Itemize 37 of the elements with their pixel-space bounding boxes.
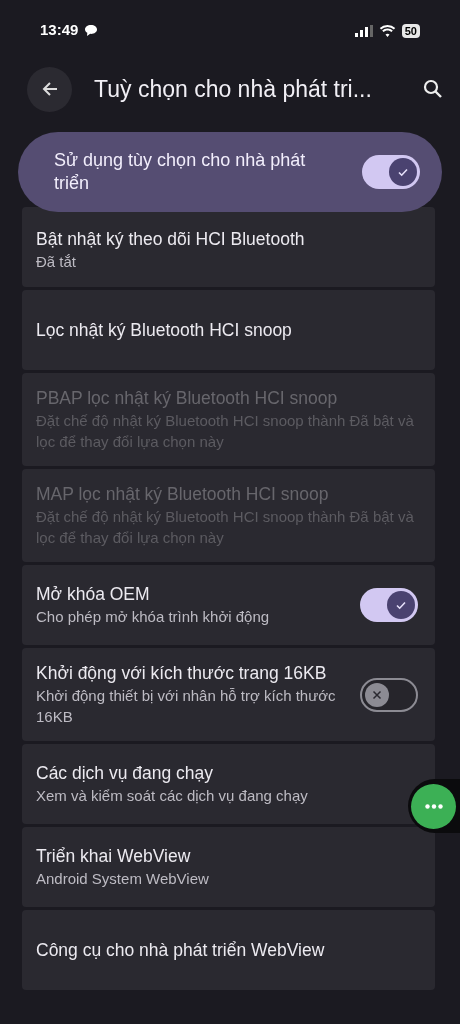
setting-row[interactable]: Công cụ cho nhà phát triển WebView [22,910,435,990]
toggle-switch[interactable] [360,677,418,712]
toggle-switch[interactable] [362,155,420,189]
close-icon [371,688,383,701]
signal-icon [354,24,373,37]
setting-title: Công cụ cho nhà phát triển WebView [36,938,326,962]
back-button[interactable] [27,66,72,112]
toggle-switch[interactable] [360,588,418,622]
setting-row[interactable]: Bật nhật ký theo dõi HCI Bluetooth Đã tắt [22,207,435,287]
setting-summary: Khởi động thiết bị với nhân hỗ trợ kích thước 16KB [36,686,336,727]
setting-title: Bật nhật ký theo dõi HCI Bluetooth [36,227,306,251]
status-time: 13:49 [40,20,79,41]
setting-row[interactable]: Khởi động với kích thước trang 16KB Khởi động thiết bị với nhân hỗ trợ kích thước 16KB [22,648,435,741]
setting-summary: Xem và kiểm soát các dịch vụ đang chạy [36,786,309,806]
setting-title: Khởi động với kích thước trang 16KB [36,662,328,685]
setting-title: Các dịch vụ đang chạy [36,762,215,785]
setting-summary: Android System WebView [36,869,210,889]
setting-title: MAP lọc nhật ký Bluetooth HCI snoop [36,483,330,506]
master-switch-card[interactable]: Sử dụng tùy chọn cho nhà phát triển [18,132,442,212]
setting-title: Lọc nhật ký Bluetooth HCI snoop [36,318,293,342]
battery-level: 50 [401,23,420,38]
master-switch-label: Sử dụng tùy chọn cho nhà phát triển [54,149,307,195]
setting-summary: Đã tắt [36,251,78,272]
floating-bubble[interactable] [408,779,460,833]
setting-title: Mở khóa OEM [36,583,151,606]
page-title: Tuỳ chọn cho nhà phát tri... [94,74,373,104]
setting-row[interactable]: Các dịch vụ đang chạy Xem và kiểm soát các dịch vụ đang chạy [22,744,435,824]
setting-summary: Cho phép mở khóa trình khởi động [36,607,271,627]
wifi-icon [378,24,396,37]
setting-row[interactable]: Lọc nhật ký Bluetooth HCI snoop [22,290,435,370]
setting-title: PBAP lọc nhật ký Bluetooth HCI snoop [36,387,339,410]
more-icon [424,803,443,809]
setting-row[interactable]: Mở khóa OEM Cho phép mở khóa trình khởi động [22,565,435,645]
chat-bubble-icon [84,24,99,37]
setting-title: Triển khai WebView [36,845,192,868]
setting-row[interactable]: Triển khai WebView Android System WebView [22,827,435,907]
search-icon[interactable] [423,79,443,99]
